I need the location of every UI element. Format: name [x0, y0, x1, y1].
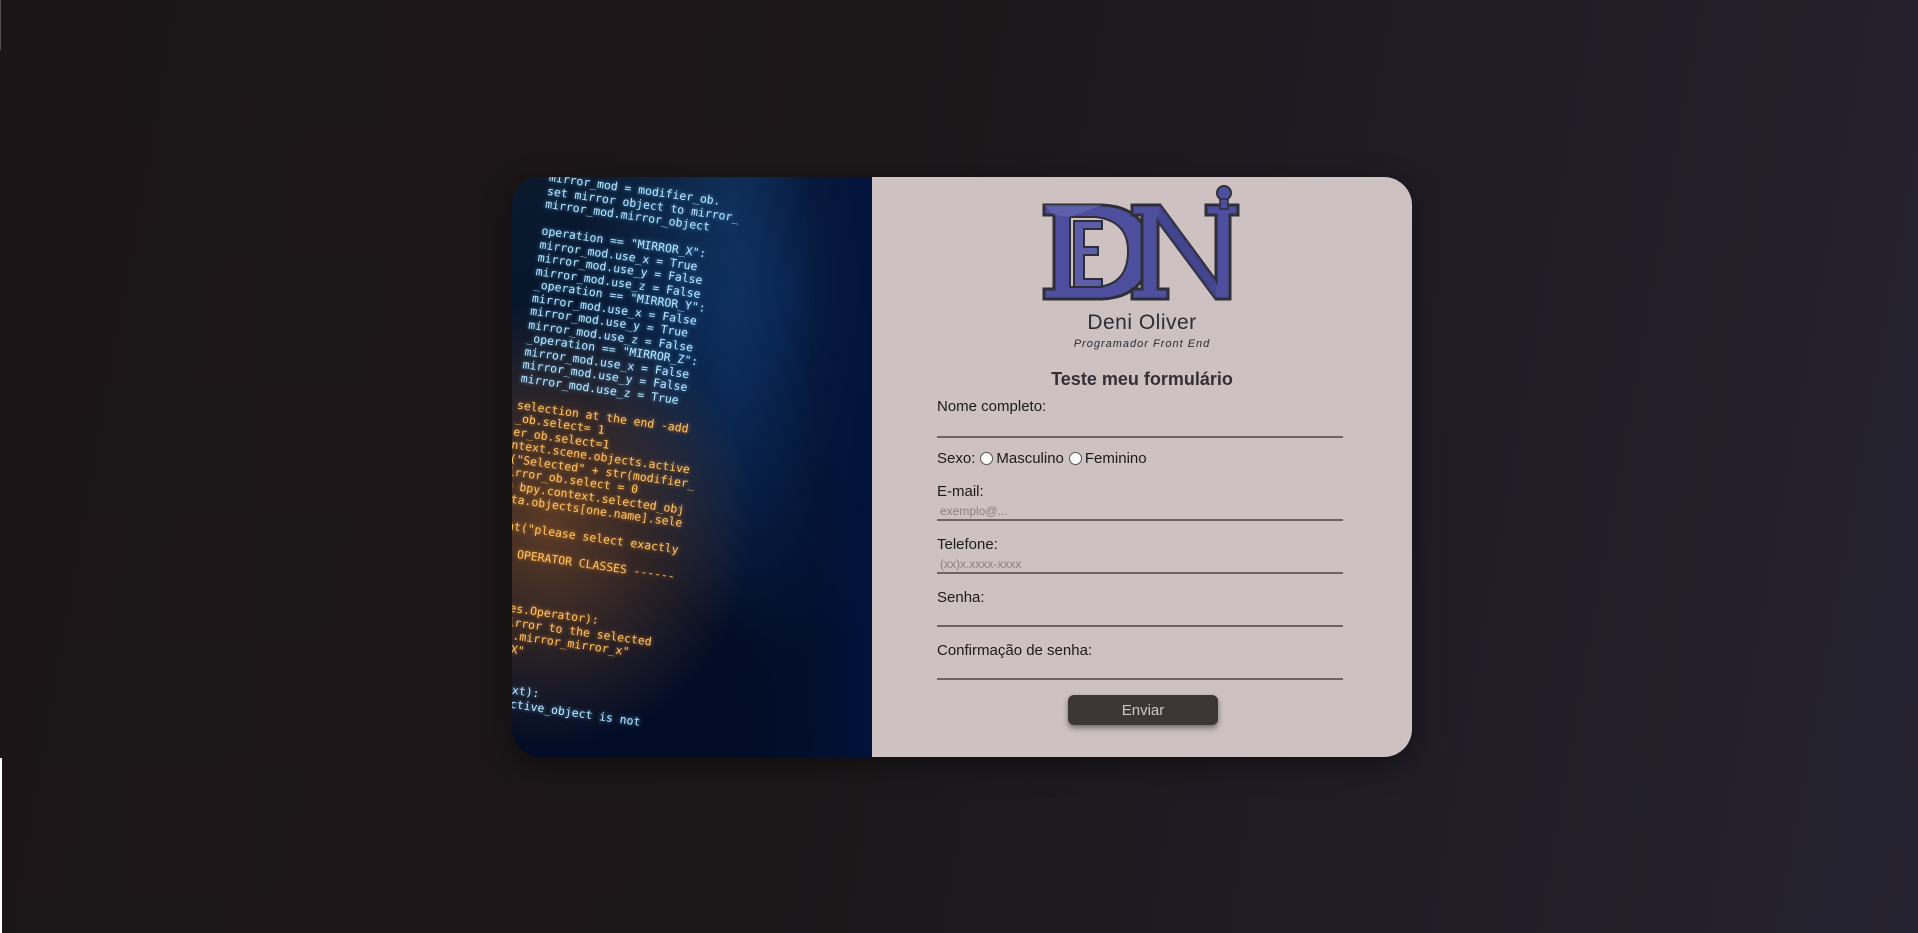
- feminino-radio[interactable]: [1068, 452, 1082, 465]
- sexo-label: Sexo:: [937, 450, 976, 467]
- telefone-label: Telefone:: [937, 536, 998, 553]
- senha-input[interactable]: [937, 609, 1343, 627]
- senha-label: Senha:: [937, 589, 985, 606]
- email-label: E-mail:: [937, 483, 984, 500]
- code-image-panel: mirror_mod = modifier_ob. set mirror obje…: [512, 177, 872, 757]
- masculino-radio[interactable]: [980, 452, 994, 465]
- masculino-label: Masculino: [996, 450, 1064, 467]
- telefone-input[interactable]: [937, 556, 1343, 574]
- nome-label: Nome completo:: [937, 398, 1047, 415]
- image-vignette: [732, 177, 872, 757]
- confirmacao-senha-label: Confirmação de senha:: [937, 642, 1093, 659]
- confirmacao-senha-input[interactable]: [937, 662, 1343, 680]
- window-edge-mark-bottom: [0, 758, 2, 933]
- window-edge-mark: [0, 0, 1, 50]
- enviar-button[interactable]: Enviar: [1068, 695, 1218, 725]
- form-card: mirror_mod = modifier_ob. set mirror obje…: [512, 177, 1412, 757]
- form-panel: Deni Oliver Programador Front End Teste …: [872, 177, 1412, 757]
- email-input[interactable]: [937, 503, 1343, 521]
- nome-input[interactable]: [937, 420, 1343, 438]
- feminino-label: Feminino: [1084, 450, 1147, 467]
- brand-subtitle: Programador Front End: [1073, 338, 1211, 350]
- sexo-group: Sexo: Masculino Feminino: [937, 450, 1147, 467]
- brand-name: Deni Oliver: [1087, 311, 1197, 334]
- form-title: Teste meu formulário: [1051, 369, 1233, 389]
